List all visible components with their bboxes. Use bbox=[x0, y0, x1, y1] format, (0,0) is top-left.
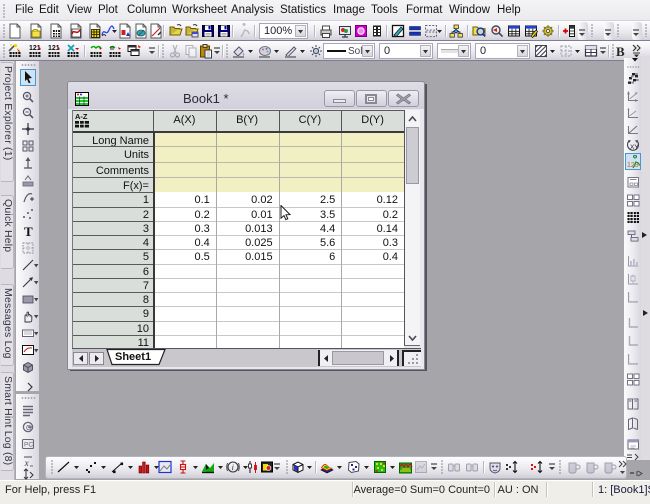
svg-text:G: G bbox=[26, 425, 31, 432]
svg-text:XY: XY bbox=[630, 144, 639, 151]
svg-text:T: T bbox=[24, 224, 33, 238]
svg-text:A-Z: A-Z bbox=[75, 112, 88, 121]
svg-text:PC: PC bbox=[24, 442, 33, 449]
svg-text:i: i bbox=[232, 463, 234, 472]
svg-text:x: x bbox=[24, 458, 29, 468]
